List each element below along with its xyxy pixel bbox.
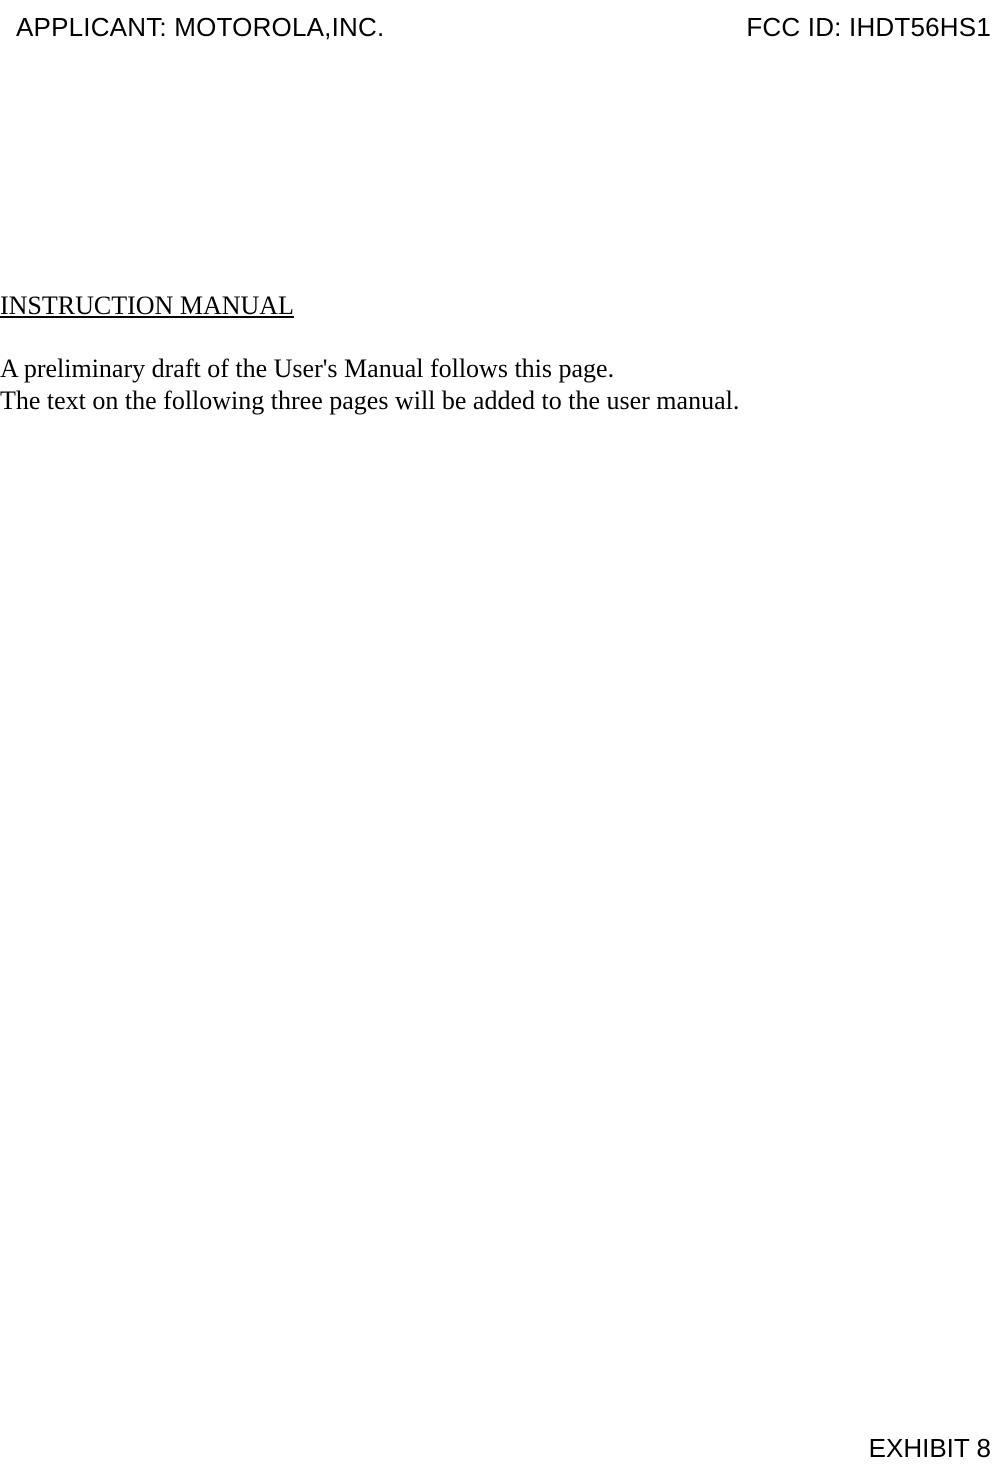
fcc-id-label: FCC ID: IHDT56HS1 (746, 12, 991, 43)
page-footer: EXHIBIT 8 (869, 1433, 991, 1464)
page-body: INSTRUCTION MANUAL A preliminary draft o… (0, 290, 1007, 418)
paragraph-line-2: The text on the following three pages wi… (0, 385, 1007, 418)
paragraph-line-1: A preliminary draft of the User's Manual… (0, 353, 1007, 386)
exhibit-label: EXHIBIT 8 (869, 1433, 991, 1463)
applicant-label: APPLICANT: MOTOROLA,INC. (16, 12, 384, 43)
page-header: APPLICANT: MOTOROLA,INC. FCC ID: IHDT56H… (0, 12, 1007, 43)
section-title: INSTRUCTION MANUAL (0, 290, 1007, 323)
